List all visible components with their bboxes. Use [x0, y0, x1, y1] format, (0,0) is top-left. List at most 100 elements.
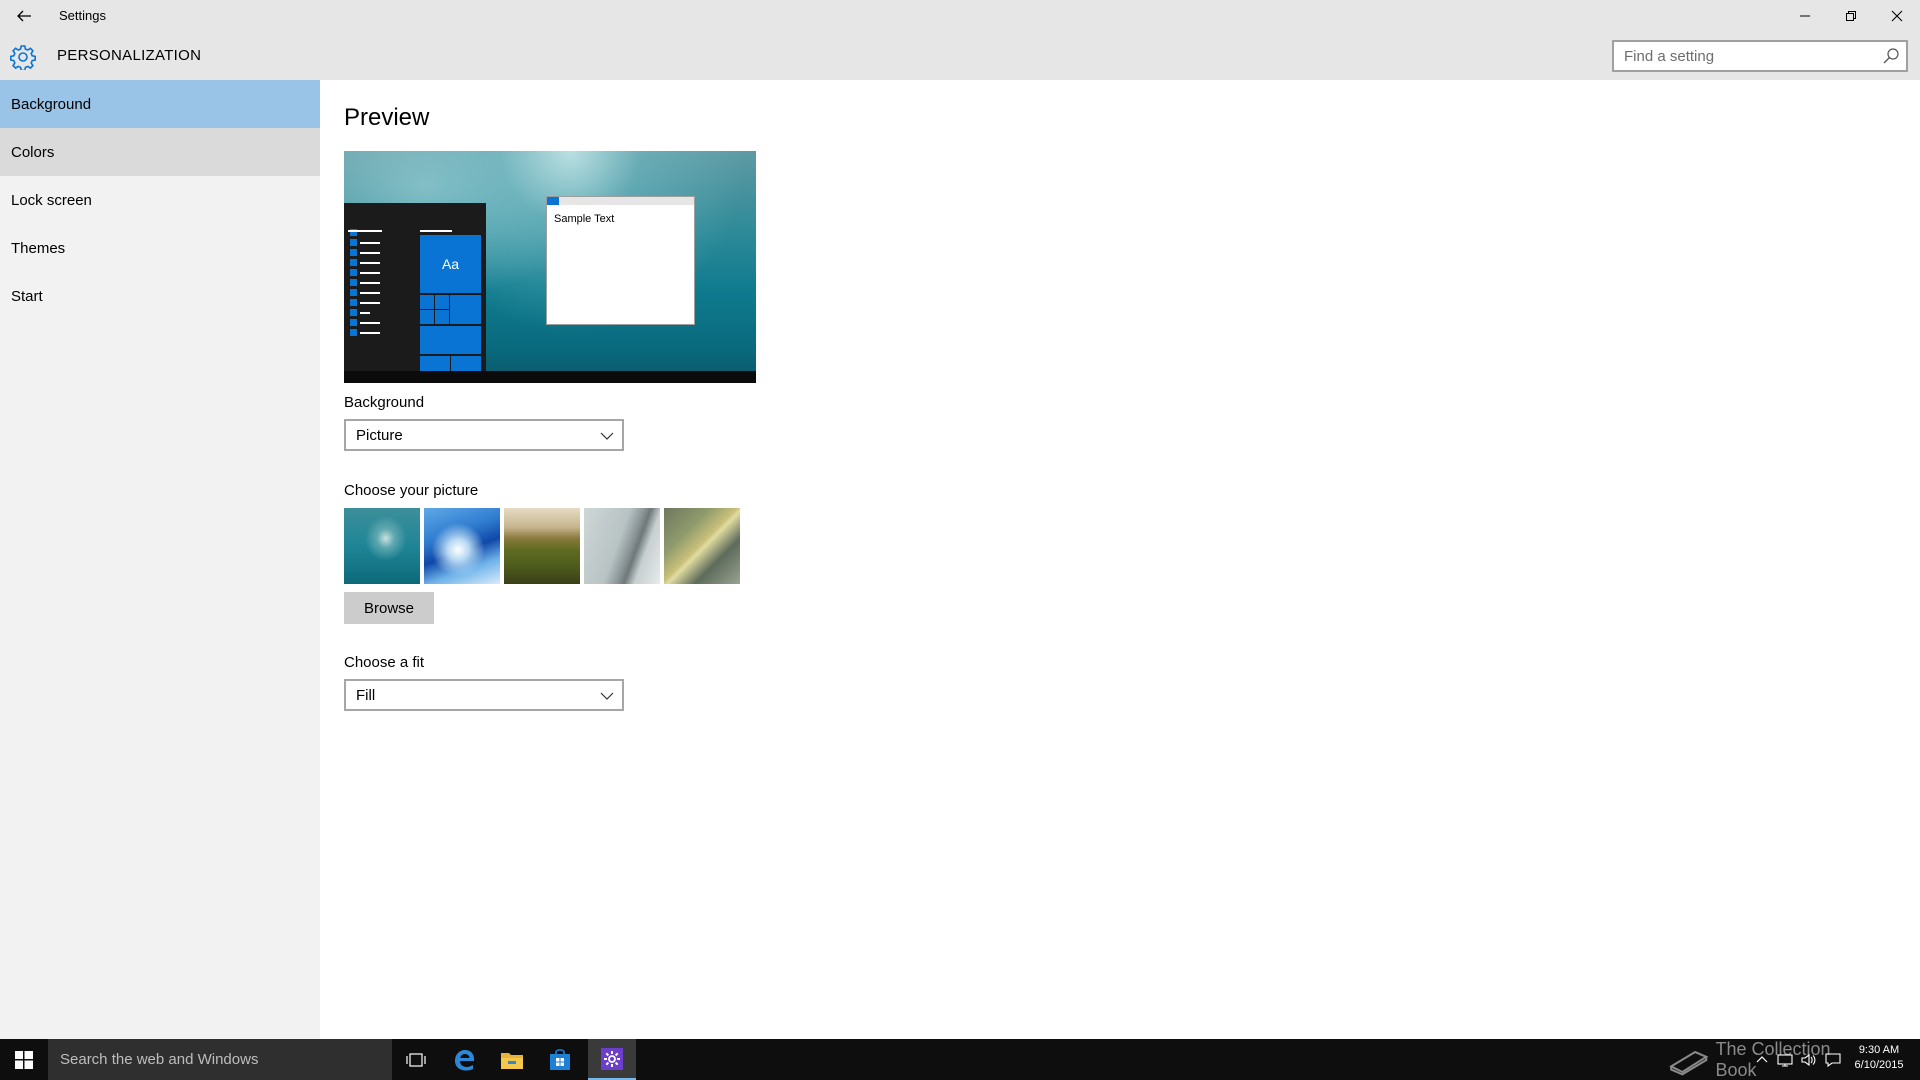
preview-app-square: [350, 279, 357, 286]
store-icon: [550, 1048, 570, 1070]
picture-thumbnail-blue-wave[interactable]: [424, 508, 500, 584]
file-explorer-button[interactable]: [488, 1039, 536, 1080]
sidebar: Background Colors Lock screen Themes Sta…: [0, 80, 320, 1039]
task-view-icon: [406, 1052, 426, 1067]
taskbar-clock[interactable]: 9:30 AM 6/10/2015: [1846, 1043, 1912, 1073]
preview-app-square: [350, 329, 357, 336]
preview-small-tile: [420, 310, 434, 324]
task-view-button[interactable]: [392, 1039, 440, 1080]
preview-small-tile: [451, 356, 481, 371]
preview-app-line: [360, 242, 380, 244]
preview-window-titlebar: [547, 197, 694, 205]
page-title: PERSONALIZATION: [57, 47, 202, 64]
sidebar-item-lock-screen[interactable]: Lock screen: [0, 176, 320, 224]
preview-window-accent: [547, 197, 559, 205]
preview-app-square: [350, 289, 357, 296]
system-tray: [1754, 1039, 1842, 1080]
clock-date: 6/10/2015: [1854, 1059, 1904, 1071]
sidebar-item-label: Themes: [11, 239, 66, 257]
preview-small-tile: [435, 295, 449, 309]
preview-app-line: [360, 252, 380, 254]
file-explorer-icon: [501, 1052, 523, 1069]
window-title: Settings: [59, 8, 106, 23]
start-button[interactable]: [0, 1039, 48, 1080]
search-input[interactable]: [1614, 42, 1874, 70]
title-bar: Settings: [0, 0, 1920, 32]
network-icon[interactable]: [1776, 1052, 1794, 1068]
fit-dropdown-value: Fill: [356, 687, 376, 704]
settings-icon: [601, 1047, 623, 1070]
sidebar-item-background[interactable]: Background: [0, 80, 320, 128]
preview-small-tile: [420, 356, 450, 371]
sidebar-item-label: Lock screen: [11, 191, 92, 209]
preview-app-square: [350, 259, 357, 266]
fit-dropdown[interactable]: Fill: [344, 679, 624, 711]
edge-icon: [455, 1049, 474, 1070]
picture-thumbnail-coast[interactable]: [584, 508, 660, 584]
settings-header: PERSONALIZATION: [0, 32, 1920, 80]
background-dropdown-value: Picture: [356, 427, 403, 444]
preview-app-line: [360, 332, 380, 334]
restore-icon: [1846, 11, 1856, 21]
browse-button[interactable]: Browse: [344, 592, 434, 624]
preview-large-tile: Aa: [420, 235, 481, 293]
search-icon[interactable]: [1882, 47, 1900, 65]
preview-group-line: [420, 230, 452, 232]
notifications-icon[interactable]: [1824, 1052, 1842, 1068]
close-icon: [1891, 10, 1903, 22]
back-arrow-icon: [17, 10, 31, 22]
preview-start-menu: Aa: [344, 203, 486, 371]
minimize-button[interactable]: [1782, 0, 1828, 32]
picture-thumbnail-aerial[interactable]: [664, 508, 740, 584]
back-button[interactable]: [0, 0, 48, 32]
picture-thumbnail-hills[interactable]: [504, 508, 580, 584]
settings-taskbar-button[interactable]: [588, 1039, 636, 1080]
preview-medium-tile: [450, 295, 481, 324]
preview-sample-window: Sample Text: [546, 196, 695, 325]
edge-button[interactable]: [440, 1039, 488, 1080]
store-button[interactable]: [536, 1039, 584, 1080]
taskbar: Search the web and Windows The Collectio…: [0, 1039, 1920, 1080]
sidebar-item-themes[interactable]: Themes: [0, 224, 320, 272]
find-setting-search[interactable]: [1612, 40, 1908, 72]
background-dropdown[interactable]: Picture: [344, 419, 624, 451]
picture-thumbnail-underwater[interactable]: [344, 508, 420, 584]
desktop-preview: Aa Sample Text: [344, 151, 756, 383]
gear-icon: [10, 45, 36, 70]
preview-app-square: [350, 319, 357, 326]
chevron-down-icon: [600, 692, 614, 700]
preview-app-line: [360, 292, 380, 294]
book-logo-icon: [1669, 1050, 1709, 1076]
preview-taskbar: [344, 371, 756, 383]
minimize-icon: [1800, 15, 1810, 17]
volume-icon[interactable]: [1800, 1052, 1818, 1068]
preview-app-square: [350, 249, 357, 256]
preview-app-line: [360, 262, 380, 264]
close-button[interactable]: [1874, 0, 1920, 32]
preview-app-line: [360, 302, 380, 304]
sidebar-item-colors[interactable]: Colors: [0, 128, 320, 176]
preview-heading: Preview: [344, 104, 430, 131]
taskbar-search-box[interactable]: Search the web and Windows: [48, 1039, 392, 1080]
preview-app-square: [350, 299, 357, 306]
sidebar-item-start[interactable]: Start: [0, 272, 320, 320]
preview-app-line: [348, 230, 382, 232]
windows-logo-icon: [15, 1050, 33, 1069]
preview-app-square: [350, 309, 357, 316]
preview-small-tile: [435, 310, 449, 324]
sidebar-item-label: Start: [11, 287, 43, 305]
background-label: Background: [344, 394, 425, 411]
sidebar-item-label: Background: [11, 95, 92, 113]
restore-button[interactable]: [1828, 0, 1874, 32]
main-content: Preview Aa Sample Text Background Pictur…: [320, 80, 1920, 1039]
sidebar-item-label: Colors: [11, 143, 55, 161]
preview-app-line: [360, 312, 370, 314]
chevron-up-icon[interactable]: [1754, 1052, 1770, 1068]
preview-app-square: [350, 269, 357, 276]
preview-app-square: [350, 239, 357, 246]
preview-app-line: [360, 272, 380, 274]
clock-time: 9:30 AM: [1858, 1044, 1900, 1056]
preview-small-tile: [420, 295, 434, 309]
preview-app-line: [360, 322, 380, 324]
choose-picture-label: Choose your picture: [344, 482, 479, 499]
